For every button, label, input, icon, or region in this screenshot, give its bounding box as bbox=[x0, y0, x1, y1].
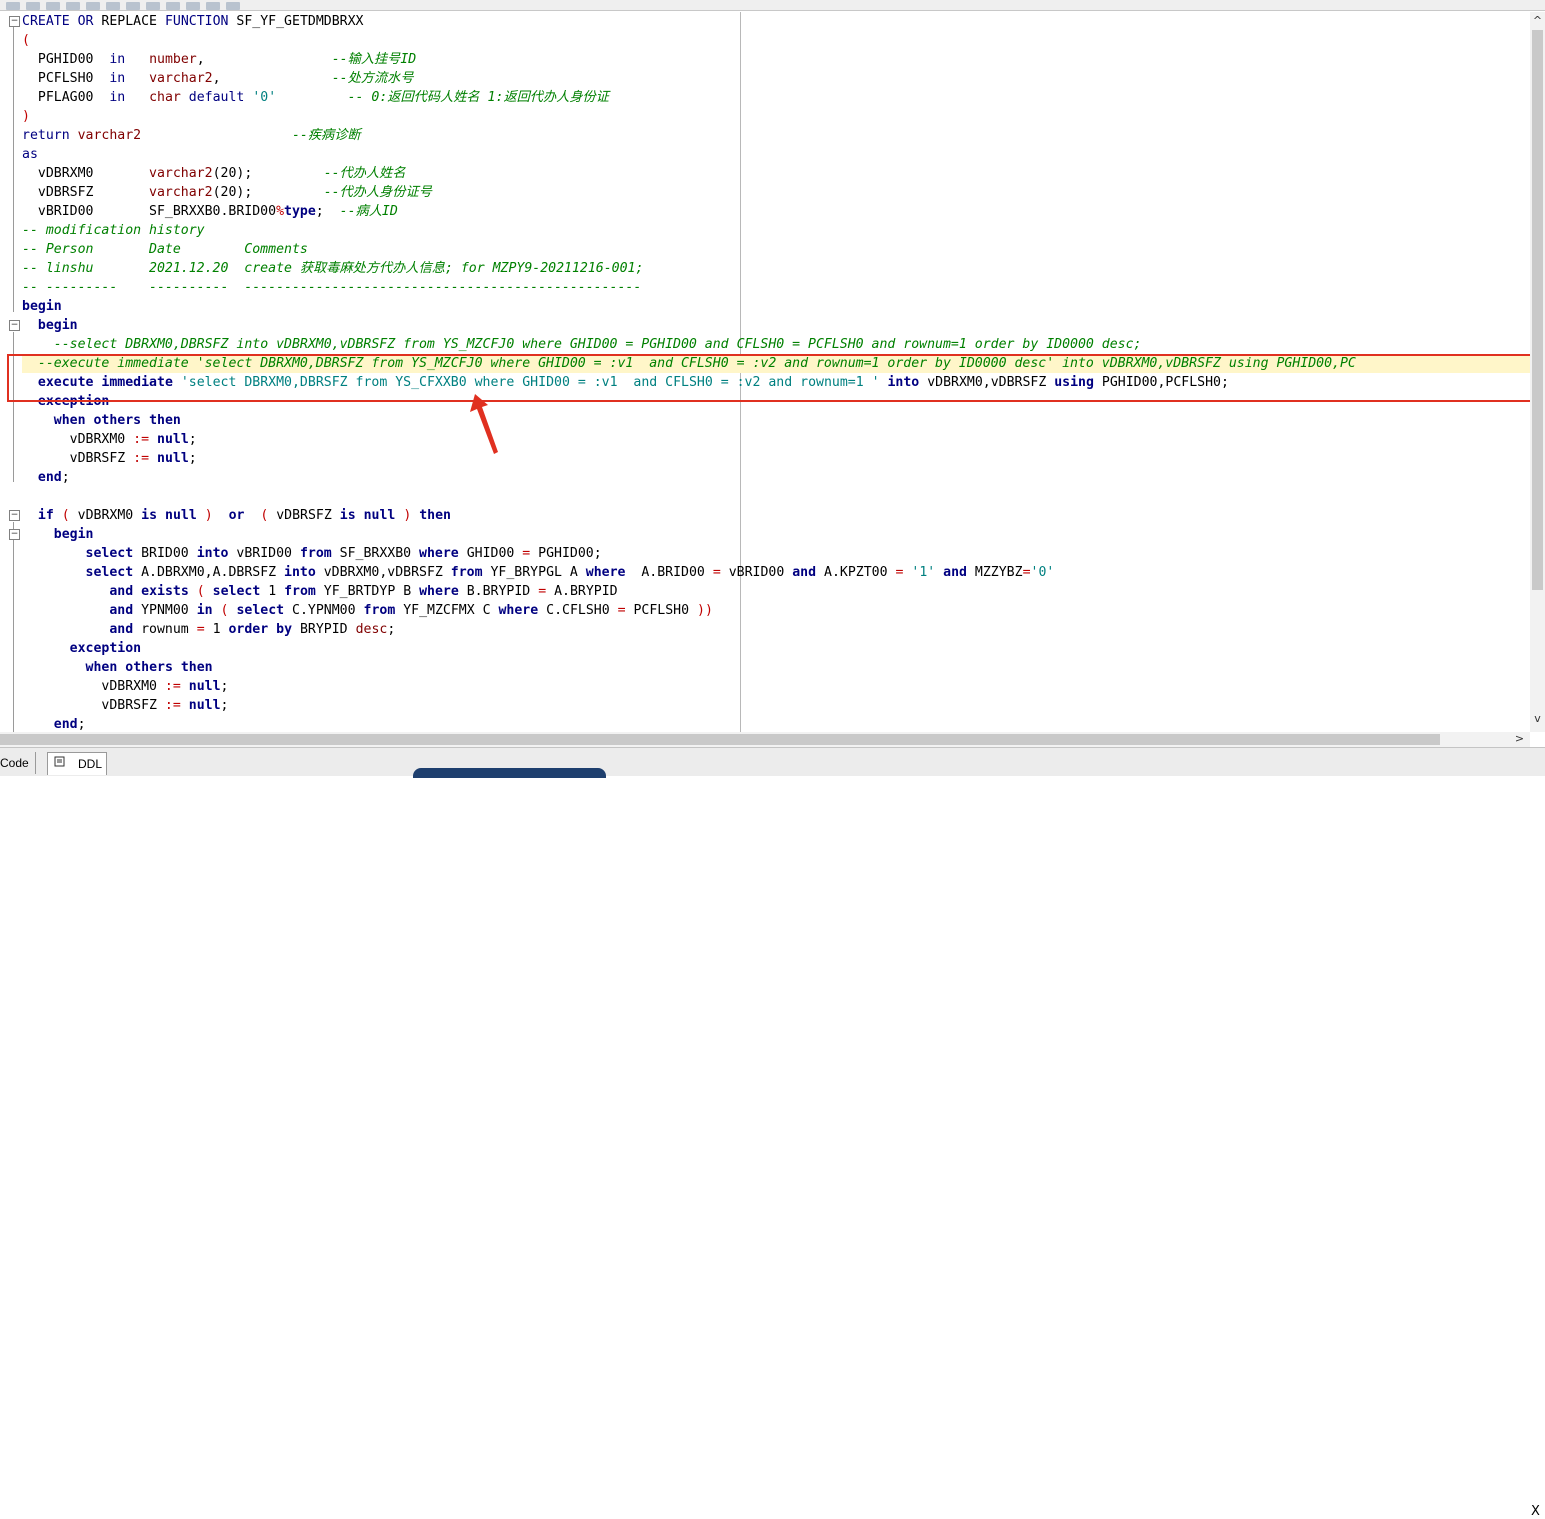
code-line: and exists ( select 1 from YF_BRTDYP B w… bbox=[109, 584, 618, 599]
toolbar-find-icon[interactable] bbox=[86, 2, 100, 10]
toolbar-compile-icon[interactable] bbox=[186, 2, 200, 10]
code-line: vDBRXM0 varchar2(20); --代办人姓名 bbox=[22, 166, 406, 181]
code-line: when others then bbox=[85, 660, 213, 675]
toolbar-debug-icon[interactable] bbox=[226, 2, 240, 10]
code-line: vDBRXM0 := null; bbox=[22, 679, 229, 694]
code-line: select A.DBRXM0,A.DBRSFZ into vDBRXM0,vD… bbox=[85, 565, 1055, 580]
code-line: vDBRSFZ := null; bbox=[22, 698, 229, 713]
toolbar bbox=[0, 0, 1545, 11]
horizontal-scroll-thumb[interactable] bbox=[0, 734, 1440, 745]
fold-toggle-icon[interactable]: − bbox=[9, 16, 20, 27]
toolbar-replace-icon[interactable] bbox=[106, 2, 120, 10]
fold-guide bbox=[13, 332, 14, 482]
code-line: execute immediate 'select DBRXM0,DBRSFZ … bbox=[37, 375, 1229, 390]
code-line: -- Person Date Comments bbox=[22, 242, 308, 257]
code-line: PGHID00 in number, --输入挂号ID bbox=[22, 52, 417, 67]
code-line: end; bbox=[53, 717, 86, 732]
code-line: and rownum = 1 order by BRYPID desc; bbox=[109, 622, 396, 637]
horizontal-scrollbar[interactable]: > bbox=[0, 732, 1530, 747]
code-line: exception bbox=[37, 394, 110, 409]
code-line: vDBRXM0 := null; bbox=[22, 432, 197, 447]
annotation-arrow-icon bbox=[470, 394, 498, 454]
code-editor[interactable]: − − − − CREATE OR REPLACE FUNCTION SF_YF… bbox=[0, 12, 1530, 732]
toolbar-undo-icon[interactable] bbox=[126, 2, 140, 10]
code-line: vBRID00 SF_BRXXB0.BRID00%type; --病人ID bbox=[22, 204, 398, 219]
toolbar-redo-icon[interactable] bbox=[146, 2, 160, 10]
code-line: end; bbox=[37, 470, 70, 485]
code-line: select BRID00 into vBRID00 from SF_BRXXB… bbox=[85, 546, 602, 561]
scroll-up-icon[interactable]: ^ bbox=[1530, 14, 1545, 27]
code-line: -- --------- ---------- ----------------… bbox=[22, 280, 642, 295]
code-line: if ( vDBRXM0 is null ) or ( vDBRSFZ is n… bbox=[37, 508, 451, 523]
code-line: exception bbox=[69, 641, 142, 656]
code-line-highlighted: --execute immediate 'select DBRXM0,DBRSF… bbox=[22, 354, 1530, 373]
code-line: ( bbox=[22, 33, 30, 48]
fold-toggle-icon[interactable]: − bbox=[9, 529, 20, 540]
code-line: vDBRSFZ := null; bbox=[22, 451, 197, 466]
toolbar-execute-icon[interactable] bbox=[166, 2, 180, 10]
fold-guide bbox=[13, 522, 14, 732]
fold-toggle-icon[interactable]: − bbox=[9, 510, 20, 521]
close-icon[interactable]: X bbox=[1531, 1504, 1540, 1519]
fold-toggle-icon[interactable]: − bbox=[9, 320, 20, 331]
fold-guide bbox=[13, 22, 14, 312]
taskbar-item[interactable] bbox=[413, 768, 606, 778]
toolbar-format-icon[interactable] bbox=[206, 2, 220, 10]
sql-file-icon bbox=[52, 756, 68, 772]
bottom-tab-strip: Code DDL X bbox=[0, 747, 1545, 1519]
code-line: return varchar2 --疾病诊断 bbox=[22, 128, 361, 143]
code-line: begin bbox=[37, 318, 78, 333]
toolbar-open-icon[interactable] bbox=[26, 2, 40, 10]
code-line: --select DBRXM0,DBRSFZ into vDBRXM0,vDBR… bbox=[53, 337, 1142, 352]
scroll-right-icon[interactable]: > bbox=[1512, 732, 1527, 745]
tab-ddl-label: DDL bbox=[78, 757, 103, 771]
toolbar-save-icon[interactable] bbox=[46, 2, 60, 10]
vertical-scroll-thumb[interactable] bbox=[1532, 30, 1543, 590]
code-line: -- linshu 2021.12.20 create 获取毒麻处方代办人信息;… bbox=[22, 261, 644, 276]
code-line: -- modification history bbox=[22, 223, 205, 238]
code-line: vDBRSFZ varchar2(20); --代办人身份证号 bbox=[22, 185, 432, 200]
code-line: CREATE OR REPLACE FUNCTION SF_YF_GETDMDB… bbox=[22, 14, 364, 29]
scroll-down-icon[interactable]: v bbox=[1530, 712, 1545, 725]
code-line: PFLAG00 in char default '0' -- 0:返回代码人姓名… bbox=[22, 90, 609, 105]
vertical-scrollbar[interactable]: ^ v bbox=[1530, 12, 1545, 732]
toolbar-print-icon[interactable] bbox=[66, 2, 80, 10]
tab-code-label: Code bbox=[0, 756, 29, 770]
tab-code[interactable]: Code bbox=[0, 752, 36, 774]
tab-ddl[interactable]: DDL bbox=[47, 752, 107, 775]
code-line: when others then bbox=[53, 413, 181, 428]
code-line: as bbox=[22, 147, 38, 162]
code-line: PCFLSH0 in varchar2, --处方流水号 bbox=[22, 71, 414, 86]
code-line: and YPNM00 in ( select C.YPNM00 from YF_… bbox=[109, 603, 713, 618]
code-line: begin bbox=[53, 527, 94, 542]
code-line: begin bbox=[22, 299, 62, 314]
toolbar-new-icon[interactable] bbox=[6, 2, 20, 10]
code-line: ) bbox=[22, 109, 30, 124]
